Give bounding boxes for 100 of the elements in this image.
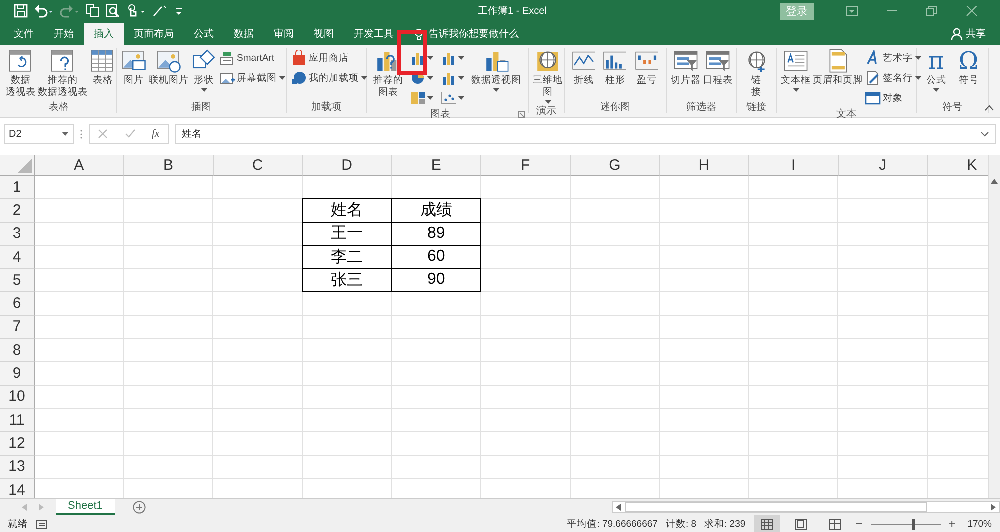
normal-view-button[interactable]	[754, 515, 780, 532]
ribbon-button[interactable]: 三维地 图	[532, 48, 564, 104]
ribbon-button[interactable]: 推荐的 图表	[372, 48, 404, 107]
ribbon-tab[interactable]: 公式	[184, 23, 224, 45]
zoom-out-button[interactable]: −	[856, 517, 863, 531]
ribbon-button[interactable]: 联机图片	[148, 48, 190, 100]
ribbon-button[interactable]: 文本框	[780, 48, 812, 107]
row-header[interactable]: 9	[0, 362, 35, 386]
column-header[interactable]: G	[570, 155, 660, 176]
ribbon-tab[interactable]: 插入	[84, 23, 124, 45]
column-header[interactable]: F	[481, 155, 571, 176]
close-icon[interactable]	[966, 6, 978, 16]
column-header[interactable]: E	[392, 155, 482, 176]
ribbon-tab[interactable]: 审阅	[264, 23, 304, 45]
scroll-up-icon[interactable]	[991, 179, 998, 184]
collapse-ribbon-icon[interactable]	[985, 105, 994, 111]
sheet-tab[interactable]: Sheet1	[56, 499, 115, 515]
caret-icon	[915, 56, 922, 60]
row-header[interactable]: 10	[0, 386, 35, 409]
undo-icon[interactable]	[34, 4, 54, 18]
ribbon-button[interactable]: 对象	[864, 89, 923, 107]
scroll-right-icon[interactable]	[991, 504, 996, 510]
scroll-left-icon[interactable]	[616, 504, 621, 510]
ribbon-button[interactable]: 应用商店	[290, 49, 369, 67]
ribbon-button[interactable]: 切片器	[670, 48, 702, 100]
grip-icon[interactable]	[80, 128, 83, 140]
dialog-launcher-icon[interactable]	[518, 111, 525, 118]
row-header[interactable]: 5	[0, 269, 35, 292]
button-label: 数据透视图	[472, 75, 522, 87]
touch-mode-icon[interactable]	[126, 4, 146, 18]
ribbon-button[interactable]: 折线	[570, 48, 598, 100]
ribbon-button[interactable]: π 公式	[925, 48, 948, 100]
chart-type-button[interactable]	[409, 89, 436, 107]
ribbon-button[interactable]: 屏幕截图	[218, 69, 287, 87]
insert-function-button[interactable]: fx	[152, 128, 160, 140]
zoom-thumb[interactable]	[912, 518, 915, 530]
row-header[interactable]: 14	[0, 478, 35, 498]
ribbon-display-icon[interactable]	[846, 6, 858, 16]
ribbon-button[interactable]: 柱形	[601, 48, 630, 100]
column-header[interactable]: A	[35, 155, 124, 176]
row-header[interactable]: 6	[0, 292, 35, 316]
print-preview-icon[interactable]	[106, 4, 120, 18]
copy-icon[interactable]	[86, 4, 100, 18]
column-header[interactable]: H	[660, 155, 750, 176]
ribbon-button[interactable]: 推荐的 数据透视表	[37, 48, 89, 100]
ribbon-tab[interactable]: 数据	[224, 23, 264, 45]
column-header[interactable]: J	[838, 155, 928, 176]
name-box[interactable]: D2	[4, 124, 74, 144]
column-header[interactable]: D	[302, 155, 392, 176]
ribbon-button[interactable]: 我的加载项	[290, 69, 369, 87]
ribbon-button[interactable]: 盈亏	[633, 48, 662, 100]
ribbon-button[interactable]: Ω 符号	[958, 48, 980, 100]
row-header[interactable]: 12	[0, 432, 35, 456]
ribbon-button[interactable]: 日程表	[702, 48, 734, 100]
column-header[interactable]: C	[214, 155, 303, 176]
column-header[interactable]: I	[749, 155, 839, 176]
ribbon-button[interactable]: 艺术字	[864, 49, 923, 67]
tell-me-field[interactable]: 告诉我你想要做什么	[414, 23, 519, 45]
zoom-in-button[interactable]: +	[948, 517, 956, 531]
ribbon-tab[interactable]: 开发工具	[344, 23, 404, 45]
ribbon-tab[interactable]: 开始	[44, 23, 84, 45]
restore-icon[interactable]	[926, 6, 938, 16]
scroll-thumb[interactable]	[625, 502, 927, 512]
save-icon[interactable]	[14, 4, 28, 18]
vertical-scrollbar[interactable]	[988, 155, 1000, 498]
ribbon-button[interactable]: 形状	[190, 48, 218, 100]
ribbon-button[interactable]: 表格	[89, 48, 117, 100]
check-icon[interactable]	[124, 129, 136, 139]
ribbon-button[interactable]: 链 接	[742, 48, 770, 100]
horizontal-scrollbar[interactable]	[612, 501, 1000, 513]
row-header[interactable]: 7	[0, 316, 35, 340]
column-header[interactable]: B	[124, 155, 214, 176]
ribbon-button[interactable]: 图片	[120, 48, 148, 100]
ribbon-button[interactable]: 签名行	[864, 69, 923, 87]
expand-icon[interactable]	[981, 132, 989, 136]
row-header[interactable]: 2	[0, 199, 35, 223]
row-header[interactable]: 13	[0, 456, 35, 479]
slicer-icon	[673, 48, 699, 74]
ribbon-button[interactable]: 页眉和页脚	[812, 48, 864, 107]
row-header[interactable]: 1	[0, 176, 35, 200]
button-label: 推荐的 数据透视表	[38, 75, 88, 99]
row-header[interactable]: 11	[0, 408, 35, 432]
ribbon-button[interactable]: SmartArt	[218, 49, 287, 67]
formula-input[interactable]: 姓名	[175, 124, 996, 144]
ribbon-button[interactable]: 数据 透视表	[5, 48, 37, 100]
ribbon-tab[interactable]: 文件	[4, 23, 44, 45]
macro-record-icon[interactable]	[36, 518, 48, 530]
ribbon-tab[interactable]: 视图	[304, 23, 344, 45]
ribbon-button[interactable]: 数据透视图	[470, 48, 523, 107]
brush-icon[interactable]	[152, 4, 168, 18]
zoom-level[interactable]: 170%	[968, 518, 992, 530]
row-header[interactable]: 8	[0, 339, 35, 362]
table-cell: 90	[391, 268, 482, 292]
group-label: 迷你图	[600, 100, 630, 113]
share-button[interactable]: 共享	[945, 23, 992, 45]
row-header[interactable]: 3	[0, 222, 35, 246]
row-header[interactable]: 4	[0, 246, 35, 270]
ribbon-tab[interactable]: 页面布局	[124, 23, 184, 45]
add-sheet-icon[interactable]	[132, 500, 146, 514]
chart-type-button[interactable]	[440, 89, 466, 107]
